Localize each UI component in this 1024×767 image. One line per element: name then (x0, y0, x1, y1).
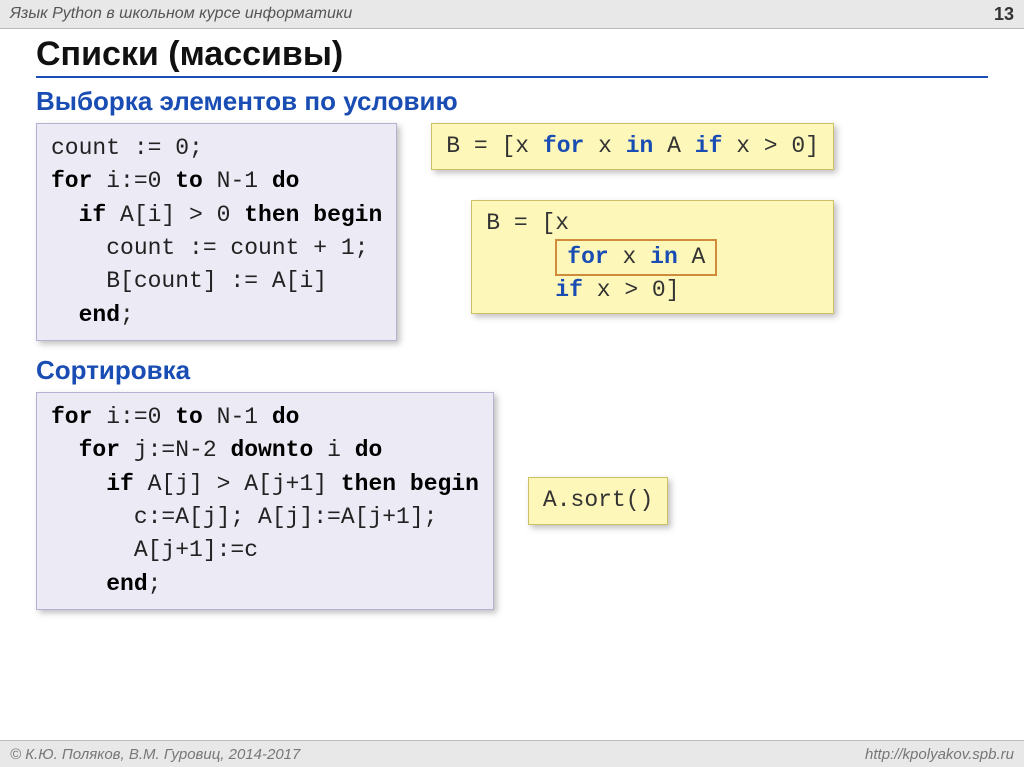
slide-title: Списки (массивы) (36, 35, 988, 74)
course-title: Язык Python в школьном курсе информатики (10, 5, 352, 23)
kw-end: end (51, 571, 148, 597)
kw-downto: downto (230, 437, 313, 463)
kw-do: do (272, 168, 300, 194)
kw-if: if (486, 277, 583, 303)
slide-body: Списки (массивы) Выборка элементов по ус… (0, 29, 1024, 610)
kw-to: to (175, 404, 203, 430)
code-line: B[count] := A[i] (51, 268, 327, 294)
title-underline (36, 76, 988, 78)
kw-in: in (650, 244, 678, 270)
kw-then-begin: then begin (244, 202, 382, 228)
kw-then-begin: then begin (341, 471, 479, 497)
code-line: A[j+1]:=c (51, 537, 258, 563)
kw-if: if (51, 202, 106, 228)
section-sort-title: Сортировка (36, 355, 988, 386)
header-bar: Язык Python в школьном курсе информатики… (0, 0, 1024, 29)
source-url: http://kpolyakov.spb.ru (865, 746, 1014, 763)
python-filter-column: B = [x for x in A if x > 0] B = [x for x… (431, 123, 834, 314)
python-sort-code: A.sort() (528, 477, 668, 524)
kw-for: for (543, 133, 584, 159)
kw-for: for (567, 244, 608, 270)
kw-for: for (51, 404, 92, 430)
pascal-sort-code: for i:=0 to N-1 do for j:=N-2 downto i d… (36, 392, 494, 610)
kw-do: do (355, 437, 383, 463)
page-number: 13 (994, 4, 1014, 25)
kw-do: do (272, 404, 300, 430)
code-line: c:=A[j]; A[j]:=A[j+1]; (51, 504, 437, 530)
code-line: B = [x (486, 210, 569, 236)
sort-row: for i:=0 to N-1 do for j:=N-2 downto i d… (36, 392, 988, 610)
for-in-highlight-box: for x in A (555, 239, 717, 276)
kw-in: in (626, 133, 654, 159)
pascal-filter-code: count := 0; for i:=0 to N-1 do if A[i] >… (36, 123, 397, 341)
kw-end: end (51, 302, 120, 328)
copyright-text: © К.Ю. Поляков, В.М. Гуровиц, 2014-2017 (10, 746, 300, 763)
filter-row: count := 0; for i:=0 to N-1 do if A[i] >… (36, 123, 988, 341)
footer-bar: © К.Ю. Поляков, В.М. Гуровиц, 2014-2017 … (0, 740, 1024, 767)
kw-for: for (51, 168, 92, 194)
section-filter-title: Выборка элементов по условию (36, 86, 988, 117)
kw-to: to (175, 168, 203, 194)
python-filter-oneline: B = [x for x in A if x > 0] (431, 123, 834, 170)
code-line: count := 0; (51, 135, 203, 161)
kw-for: for (51, 437, 120, 463)
kw-if: if (51, 471, 134, 497)
kw-if: if (695, 133, 723, 159)
python-filter-multiline: B = [x for x in A if x > 0] (471, 200, 834, 314)
code-line: count := count + 1; (51, 235, 368, 261)
